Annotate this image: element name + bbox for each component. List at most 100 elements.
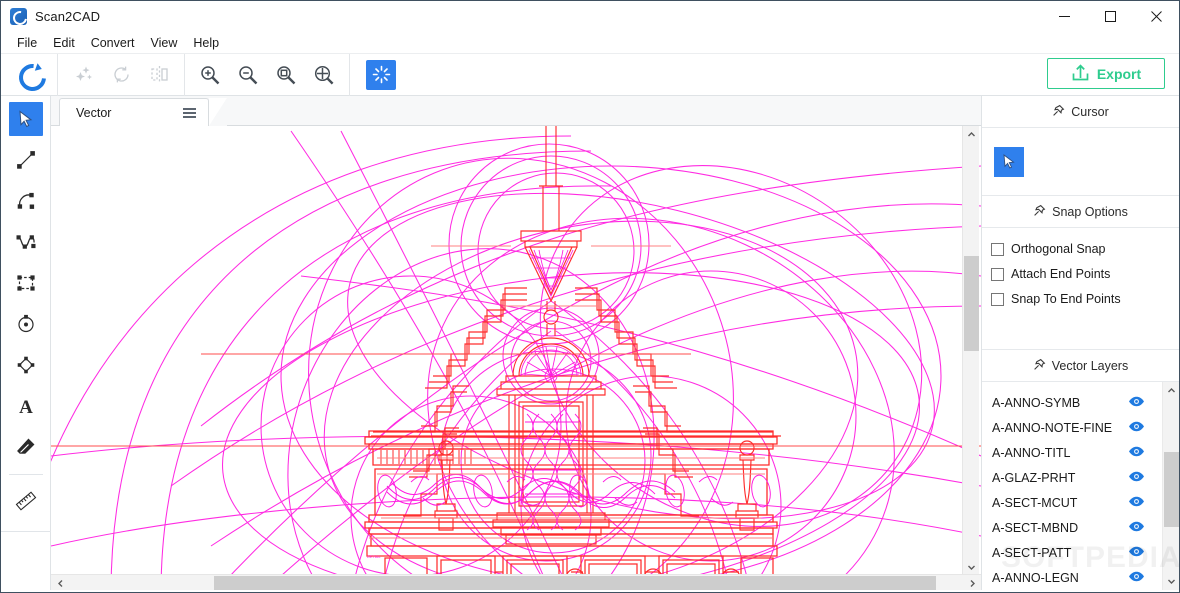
pin-icon[interactable] (1052, 104, 1065, 120)
arc-tool[interactable] (9, 184, 43, 218)
menu-file[interactable]: File (9, 34, 45, 52)
snap-options-panel-header[interactable]: Snap Options (982, 196, 1179, 228)
spline-tool[interactable] (9, 225, 43, 259)
menu-edit[interactable]: Edit (45, 34, 83, 52)
toolbar-image-group (58, 54, 184, 96)
vector-canvas[interactable]: W-101 W-102 W-103 DETAIL (51, 126, 981, 593)
snap-option-label: Orthogonal Snap (1011, 242, 1106, 256)
right-panel: Cursor Snap Options Orthogonal Snap (981, 96, 1179, 593)
snap-option-orthogonal[interactable]: Orthogonal Snap (991, 242, 1179, 256)
zoom-extents-icon[interactable] (305, 57, 343, 93)
list-item[interactable]: A-SECT-PATT (982, 540, 1163, 565)
document-tab-strip: Vector (51, 96, 981, 126)
pin-icon[interactable] (1033, 358, 1046, 374)
cad-drawing: W-101 W-102 W-103 DETAIL (51, 126, 981, 593)
zoom-in-icon[interactable] (191, 57, 229, 93)
line-tool[interactable] (9, 143, 43, 177)
export-button-label: Export (1097, 66, 1141, 82)
eye-icon[interactable] (1128, 396, 1145, 410)
snap-option-attach-end-points[interactable]: Attach End Points (991, 267, 1179, 281)
eye-icon[interactable] (1128, 521, 1145, 535)
layer-name: A-ANNO-SYMB (992, 396, 1080, 410)
tab-vector[interactable]: Vector (59, 98, 209, 127)
eye-icon[interactable] (1128, 546, 1145, 560)
minimize-button[interactable] (1041, 1, 1087, 32)
checkbox-snap-to-end-points[interactable] (991, 293, 1004, 306)
snap-option-label: Attach End Points (1011, 267, 1110, 281)
list-item[interactable]: A-ANNO-NOTE-FINE (982, 415, 1163, 440)
snap-option-label: Snap To End Points (1011, 292, 1121, 306)
menu-view[interactable]: View (142, 34, 185, 52)
tool-rail-separator (1, 531, 51, 532)
window-controls (1041, 1, 1179, 32)
cone-ornament (529, 250, 573, 296)
cursor-arrow-icon[interactable] (994, 147, 1024, 177)
rotate-icon[interactable] (102, 57, 140, 93)
layer-name: A-SECT-PATT (992, 546, 1071, 560)
cursor-panel-header[interactable]: Cursor (982, 96, 1179, 128)
toolbar-zoom-group (185, 54, 349, 96)
eye-icon[interactable] (1128, 471, 1145, 485)
window-title: Scan2CAD (35, 9, 100, 24)
layers-vertical-scrollbar[interactable] (1162, 382, 1179, 590)
measure-tool[interactable] (9, 484, 43, 518)
hamburger-menu-icon[interactable] (183, 108, 196, 118)
export-button[interactable]: Export (1047, 58, 1165, 89)
layer-name: A-ANNO-TITL (992, 446, 1070, 460)
chevron-down-icon[interactable] (1163, 573, 1179, 590)
vector-layers-panel-header[interactable]: Vector Layers (982, 350, 1179, 382)
list-item[interactable]: A-SECT-MBND (982, 515, 1163, 540)
list-item[interactable]: A-ANNO-LEGN (982, 565, 1163, 590)
mirror-icon[interactable] (140, 57, 178, 93)
checkbox-orthogonal-snap[interactable] (991, 243, 1004, 256)
layer-name: A-ANNO-LEGN (992, 571, 1079, 585)
layers-scroll-thumb[interactable] (1164, 452, 1179, 527)
rectangle-tool[interactable] (9, 266, 43, 300)
snap-options-panel-title: Snap Options (1052, 205, 1128, 219)
garland-ornament (375, 474, 772, 509)
select-cursor-tool[interactable] (9, 102, 43, 136)
maximize-button[interactable] (1087, 1, 1133, 32)
zoom-out-icon[interactable] (229, 57, 267, 93)
eye-icon[interactable] (1128, 496, 1145, 510)
toolbar-fit-group (350, 54, 402, 96)
text-tool[interactable]: A (9, 389, 43, 423)
chevron-up-icon[interactable] (963, 126, 980, 143)
menu-convert[interactable]: Convert (83, 34, 143, 52)
svg-text:DETAIL: DETAIL (367, 554, 381, 559)
fit-to-screen-icon[interactable] (366, 60, 396, 90)
scan2cad-logo-icon[interactable] (7, 57, 51, 93)
pin-icon[interactable] (1033, 204, 1046, 220)
eye-icon[interactable] (1128, 446, 1145, 460)
circle-tool[interactable] (9, 307, 43, 341)
snap-option-snap-to-end-points[interactable]: Snap To End Points (991, 292, 1179, 306)
zoom-window-icon[interactable] (267, 57, 305, 93)
menu-help[interactable]: Help (185, 34, 227, 52)
menu-bar: File Edit Convert View Help (1, 32, 1179, 54)
list-item[interactable]: A-GLAZ-PRHT (982, 465, 1163, 490)
layer-list: A-ANNO-SYMB A-ANNO-NOTE-FINE A-ANNO-TITL (982, 382, 1163, 590)
polygon-tool[interactable] (9, 348, 43, 382)
dentil-course (381, 450, 471, 464)
layer-name: A-GLAZ-PRHT (992, 471, 1075, 485)
auto-enhance-icon[interactable] (64, 57, 102, 93)
eye-icon[interactable] (1128, 571, 1145, 585)
horizontal-scroll-thumb[interactable] (214, 576, 936, 591)
eye-icon[interactable] (1128, 421, 1145, 435)
list-item[interactable]: A-ANNO-SYMB (982, 390, 1163, 415)
list-item[interactable]: A-ANNO-TITL (982, 440, 1163, 465)
layer-name: A-SECT-MCUT (992, 496, 1077, 510)
layer-name: A-SECT-MBND (992, 521, 1078, 535)
cursor-panel-body (982, 128, 1179, 196)
vertical-scroll-thumb[interactable] (964, 256, 979, 351)
scan2cad-window: Scan2CAD File Edit Convert View Help (0, 0, 1180, 593)
checkbox-attach-end-points[interactable] (991, 268, 1004, 281)
chevron-up-icon[interactable] (1163, 382, 1179, 399)
canvas-vertical-scrollbar[interactable] (962, 126, 979, 576)
close-button[interactable] (1133, 1, 1179, 32)
eraser-tool[interactable] (9, 430, 43, 464)
vector-layers-body: A-ANNO-SYMB A-ANNO-NOTE-FINE A-ANNO-TITL (982, 382, 1179, 590)
svg-text:A: A (19, 397, 33, 417)
tool-rail-separator (9, 474, 43, 475)
list-item[interactable]: A-SECT-MCUT (982, 490, 1163, 515)
